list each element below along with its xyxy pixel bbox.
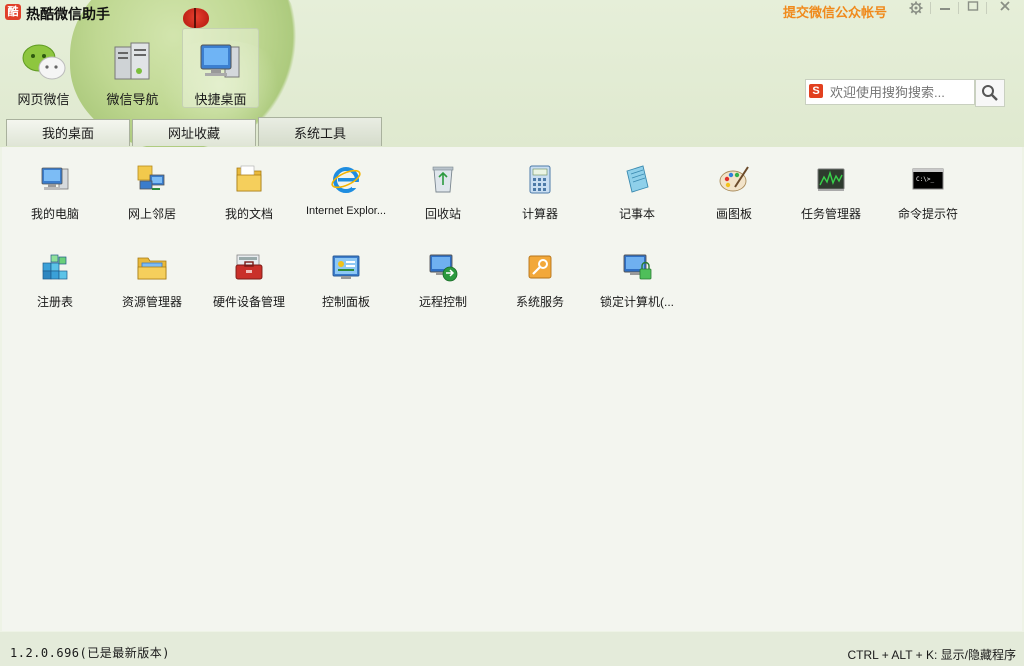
maximize-icon[interactable] [960,0,986,16]
tool-paint[interactable]: 画图板 [686,147,782,227]
lock-computer-icon [623,254,652,280]
control-panel-icon [332,255,360,279]
system-tools-panel: 我的电脑 网上邻居 我的文档 Internet Explor... 回收站 计算… [2,147,1022,631]
tool-network-neighborhood[interactable]: 网上邻居 [104,147,200,227]
window-control-separator [958,2,959,14]
submit-account-link[interactable]: 提交微信公众帐号 [783,2,887,21]
system-services-icon [528,255,552,279]
tool-label: 注册表 [36,295,73,309]
tool-internet-explorer[interactable]: Internet Explor... [298,147,394,227]
tool-label: 任务管理器 [800,207,861,221]
tool-label: 计算器 [521,207,558,221]
sogou-icon: S [809,84,823,98]
tool-task-manager[interactable]: 任务管理器 [783,147,879,227]
desktop-computer-icon [200,44,239,78]
tool-my-documents[interactable]: 我的文档 [201,147,297,227]
tool-label: Internet Explor... [305,205,387,217]
internet-explorer-icon [331,167,361,193]
wechat-icon [22,44,65,80]
search-box: S [805,79,975,105]
window-control-separator [930,2,931,14]
tool-label: 控制面板 [321,295,370,309]
explorer-folder-icon [137,257,167,280]
tab-system-tools[interactable]: 系统工具 [258,117,382,146]
tool-command-prompt[interactable]: C:\>_ 命令提示符 [880,147,976,227]
tool-system-services[interactable]: 系统服务 [492,235,588,315]
nav-wechat-navigation[interactable]: 微信导航 [94,28,171,108]
window-control-separator [986,2,987,14]
network-neighborhood-icon [137,165,165,190]
tool-control-panel[interactable]: 控制面板 [298,235,394,315]
tool-label: 回收站 [424,207,461,221]
nav-label: 快捷桌面 [194,92,247,107]
tool-my-computer[interactable]: 我的电脑 [7,147,103,227]
command-prompt-icon: C:\>_ [912,168,944,190]
registry-icon [42,254,68,280]
nav-label: 微信导航 [106,92,159,107]
tool-label: 网上邻居 [127,207,176,221]
my-computer-icon [41,167,69,190]
tool-recycle-bin[interactable]: 回收站 [395,147,491,227]
tool-label: 我的电脑 [30,207,79,221]
minimize-icon[interactable] [932,0,958,16]
nav-label: 网页微信 [17,92,70,107]
tool-label: 资源管理器 [121,295,182,309]
device-manager-icon [235,254,263,280]
tool-calculator[interactable]: 计算器 [492,147,588,227]
tool-lock-computer[interactable]: 锁定计算机(... [589,235,685,315]
tool-notepad[interactable]: 记事本 [589,147,685,227]
tool-remote-control[interactable]: 远程控制 [395,235,491,315]
app-title: 热酷微信助手 [26,6,110,22]
status-bar: 1.2.0.696(已是最新版本) CTRL + ALT + K: 显示/隐藏程… [0,632,1024,666]
tool-label: 我的文档 [224,207,273,221]
nav-web-wechat[interactable]: 网页微信 [5,28,82,108]
close-icon[interactable] [992,0,1018,16]
tool-label: 命令提示符 [897,207,958,221]
tool-label: 硬件设备管理 [212,295,285,309]
magnifier-icon [982,85,998,101]
tool-resource-explorer[interactable]: 资源管理器 [104,235,200,315]
hotkey-hint: CTRL + ALT + K: 显示/隐藏程序 [847,648,1017,662]
tool-device-manager[interactable]: 硬件设备管理 [201,235,297,315]
remote-desktop-icon [429,254,458,282]
svg-text:C:\>_: C:\>_ [916,176,934,183]
app-logo-icon: 酷 [5,4,21,20]
my-documents-icon [236,165,262,192]
tool-label: 记事本 [618,207,655,221]
server-navigation-icon [114,42,149,80]
nav-quick-desktop[interactable]: 快捷桌面 [182,28,259,108]
tool-label: 远程控制 [418,295,467,309]
ladybug-decoration [183,8,209,28]
calculator-icon [529,165,551,194]
tool-label: 锁定计算机(... [600,295,674,309]
tool-registry[interactable]: 注册表 [7,235,103,315]
tool-label: 画图板 [715,207,752,221]
gear-icon[interactable] [903,0,929,16]
tool-label: 系统服务 [515,295,564,309]
recycle-bin-icon [432,166,454,193]
tab-bookmarks[interactable]: 网址收藏 [132,119,256,146]
header-area: 酷 热酷微信助手 提交微信公众帐号 网页微信 微信导航 快捷桌面 S 欢迎使用搜… [0,0,1024,147]
version-status: 1.2.0.696(已是最新版本) [10,646,170,660]
search-button[interactable] [975,79,1005,107]
search-input[interactable] [828,81,972,103]
notepad-icon [626,165,649,193]
tab-my-desktop[interactable]: 我的桌面 [6,119,130,146]
paint-palette-icon [719,166,749,192]
task-manager-icon [817,168,845,191]
